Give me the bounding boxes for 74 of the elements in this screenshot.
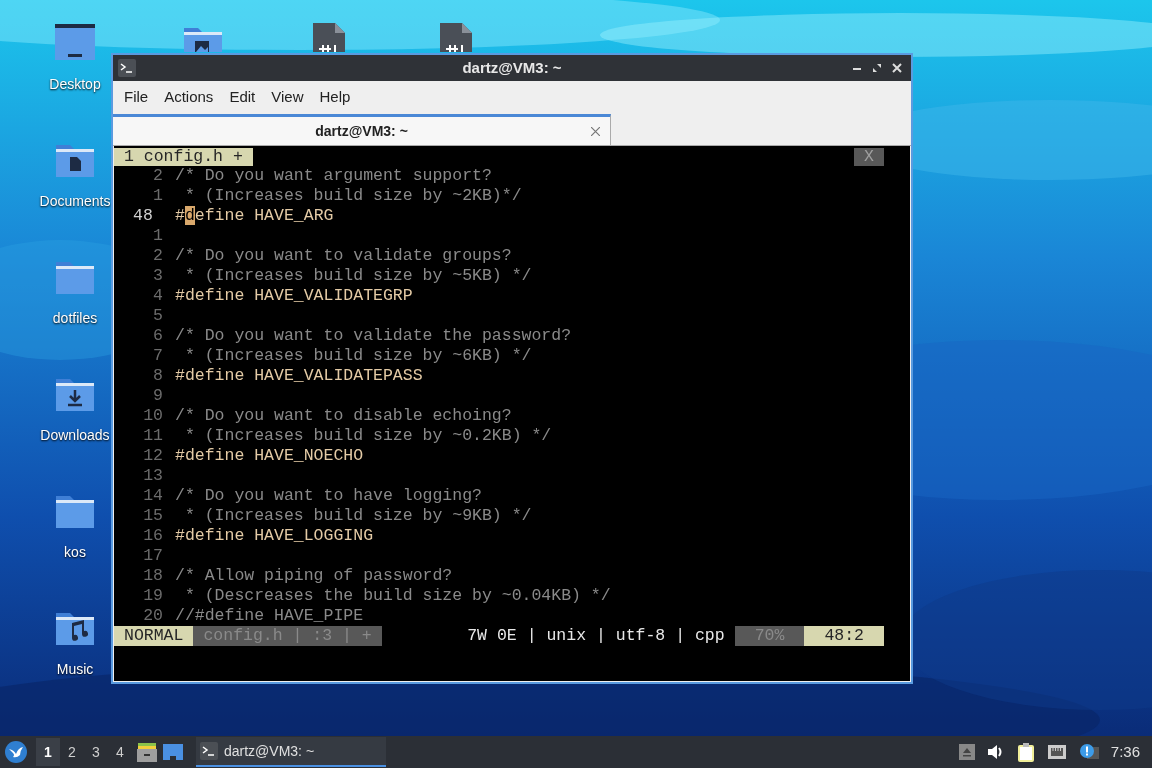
line-number: 15 <box>143 506 163 526</box>
code-line: /* Do you want to have logging? <box>175 486 482 506</box>
terminal-tab[interactable]: dartz@VM3: ~ <box>113 114 611 145</box>
desktop-icon-label[interactable]: Downloads <box>40 425 110 446</box>
line-number: 17 <box>143 546 163 566</box>
line-number: 1 <box>153 186 163 206</box>
line-number: 48 <box>133 206 153 226</box>
line-number: 7 <box>153 346 163 366</box>
show-desktop-icon[interactable] <box>162 742 184 762</box>
line-number: 1 <box>153 226 163 246</box>
line-number: 20 <box>143 606 163 626</box>
workspace-button[interactable]: 2 <box>60 738 84 766</box>
code-line: * (Increases build size by ~5KB) */ <box>183 266 532 286</box>
clipboard-icon[interactable] <box>1016 742 1035 762</box>
taskbar-task[interactable]: dartz@VM3: ~ <box>196 737 386 767</box>
code-line: /* Do you want to disable echoing? <box>175 406 512 426</box>
line-number: 11 <box>143 426 163 446</box>
code-line: /* Do you want to validate the password? <box>175 326 572 346</box>
window-title: dartz@VM3: ~ <box>462 57 562 78</box>
maximize-icon[interactable] <box>872 63 882 73</box>
desktop-icon-label[interactable]: dotfiles <box>52 308 98 329</box>
terminal-icon <box>118 59 136 77</box>
menu-item[interactable]: Help <box>311 86 359 109</box>
code-line: * (Increases build size by ~6KB) */ <box>183 346 532 366</box>
code-line: #define HAVE_LOGGING <box>175 526 374 546</box>
eject-icon[interactable] <box>958 744 975 760</box>
code-line: * (Descreases the build size by ~0.04KB) */ <box>183 586 611 606</box>
notification-icon[interactable] <box>1078 743 1099 761</box>
code-line: /* Allow piping of password? <box>175 566 453 586</box>
code-line: //#define HAVE_PIPE <box>175 606 364 626</box>
code-line: /* Do you want argument support? <box>175 166 492 186</box>
code-line: #define HAVE_NOECHO <box>175 446 364 466</box>
line-number: 2 <box>153 246 163 266</box>
line-number: 10 <box>143 406 163 426</box>
line-number: 6 <box>153 326 163 346</box>
code-line: * (Increases build size by ~0.2KB) */ <box>183 426 552 446</box>
code-line: #define HAVE_VALIDATEPASS <box>175 366 423 386</box>
code-line: #define HAVE_VALIDATEGRP <box>175 286 413 306</box>
vim-mode: NORMAL <box>114 626 194 646</box>
menu-item[interactable]: File <box>116 86 157 109</box>
line-number: 5 <box>153 306 163 326</box>
line-number: 12 <box>143 446 163 466</box>
text-file-icon[interactable] <box>440 23 472 52</box>
menu-item[interactable]: Edit <box>221 86 264 109</box>
line-number: 13 <box>143 466 163 486</box>
code-line: * (Increases build size by ~9KB) */ <box>183 506 532 526</box>
line-number: 16 <box>143 526 163 546</box>
menu-item[interactable]: View <box>263 86 312 109</box>
bird-logo-icon[interactable] <box>4 740 28 764</box>
vim-position: 48:2 <box>804 626 884 646</box>
file-cabinet-icon[interactable] <box>136 741 158 763</box>
desktop-folder-icon[interactable] <box>54 22 96 62</box>
vim-tab[interactable]: 1 config.h + <box>114 148 253 166</box>
workspace-button[interactable]: 1 <box>36 738 60 766</box>
line-number: 14 <box>143 486 163 506</box>
line-number: 4 <box>153 286 163 306</box>
vim-file-status: 7W 0E | unix | utf-8 | cpp <box>466 626 726 646</box>
workspace-button[interactable]: 3 <box>84 738 108 766</box>
workspace-button[interactable]: 4 <box>108 738 132 766</box>
clock[interactable]: 7:36 <box>1110 740 1140 764</box>
line-number: 8 <box>153 366 163 386</box>
line-number: 2 <box>153 166 163 186</box>
code-line: * (Increases build size by ~2KB)*/ <box>183 186 522 206</box>
line-number: 3 <box>153 266 163 286</box>
line-number: 19 <box>143 586 163 606</box>
code-line: /* Do you want to validate groups? <box>175 246 512 266</box>
text-file-icon[interactable] <box>313 23 345 52</box>
menu-item[interactable]: Actions <box>156 86 222 109</box>
terminal-icon <box>200 742 218 760</box>
network-icon[interactable] <box>1046 743 1067 761</box>
line-number: 18 <box>143 566 163 586</box>
line-number: 9 <box>153 386 163 406</box>
desktop-icon-label[interactable]: kos <box>64 542 86 563</box>
desktop-icon-label[interactable]: Music <box>56 659 94 680</box>
